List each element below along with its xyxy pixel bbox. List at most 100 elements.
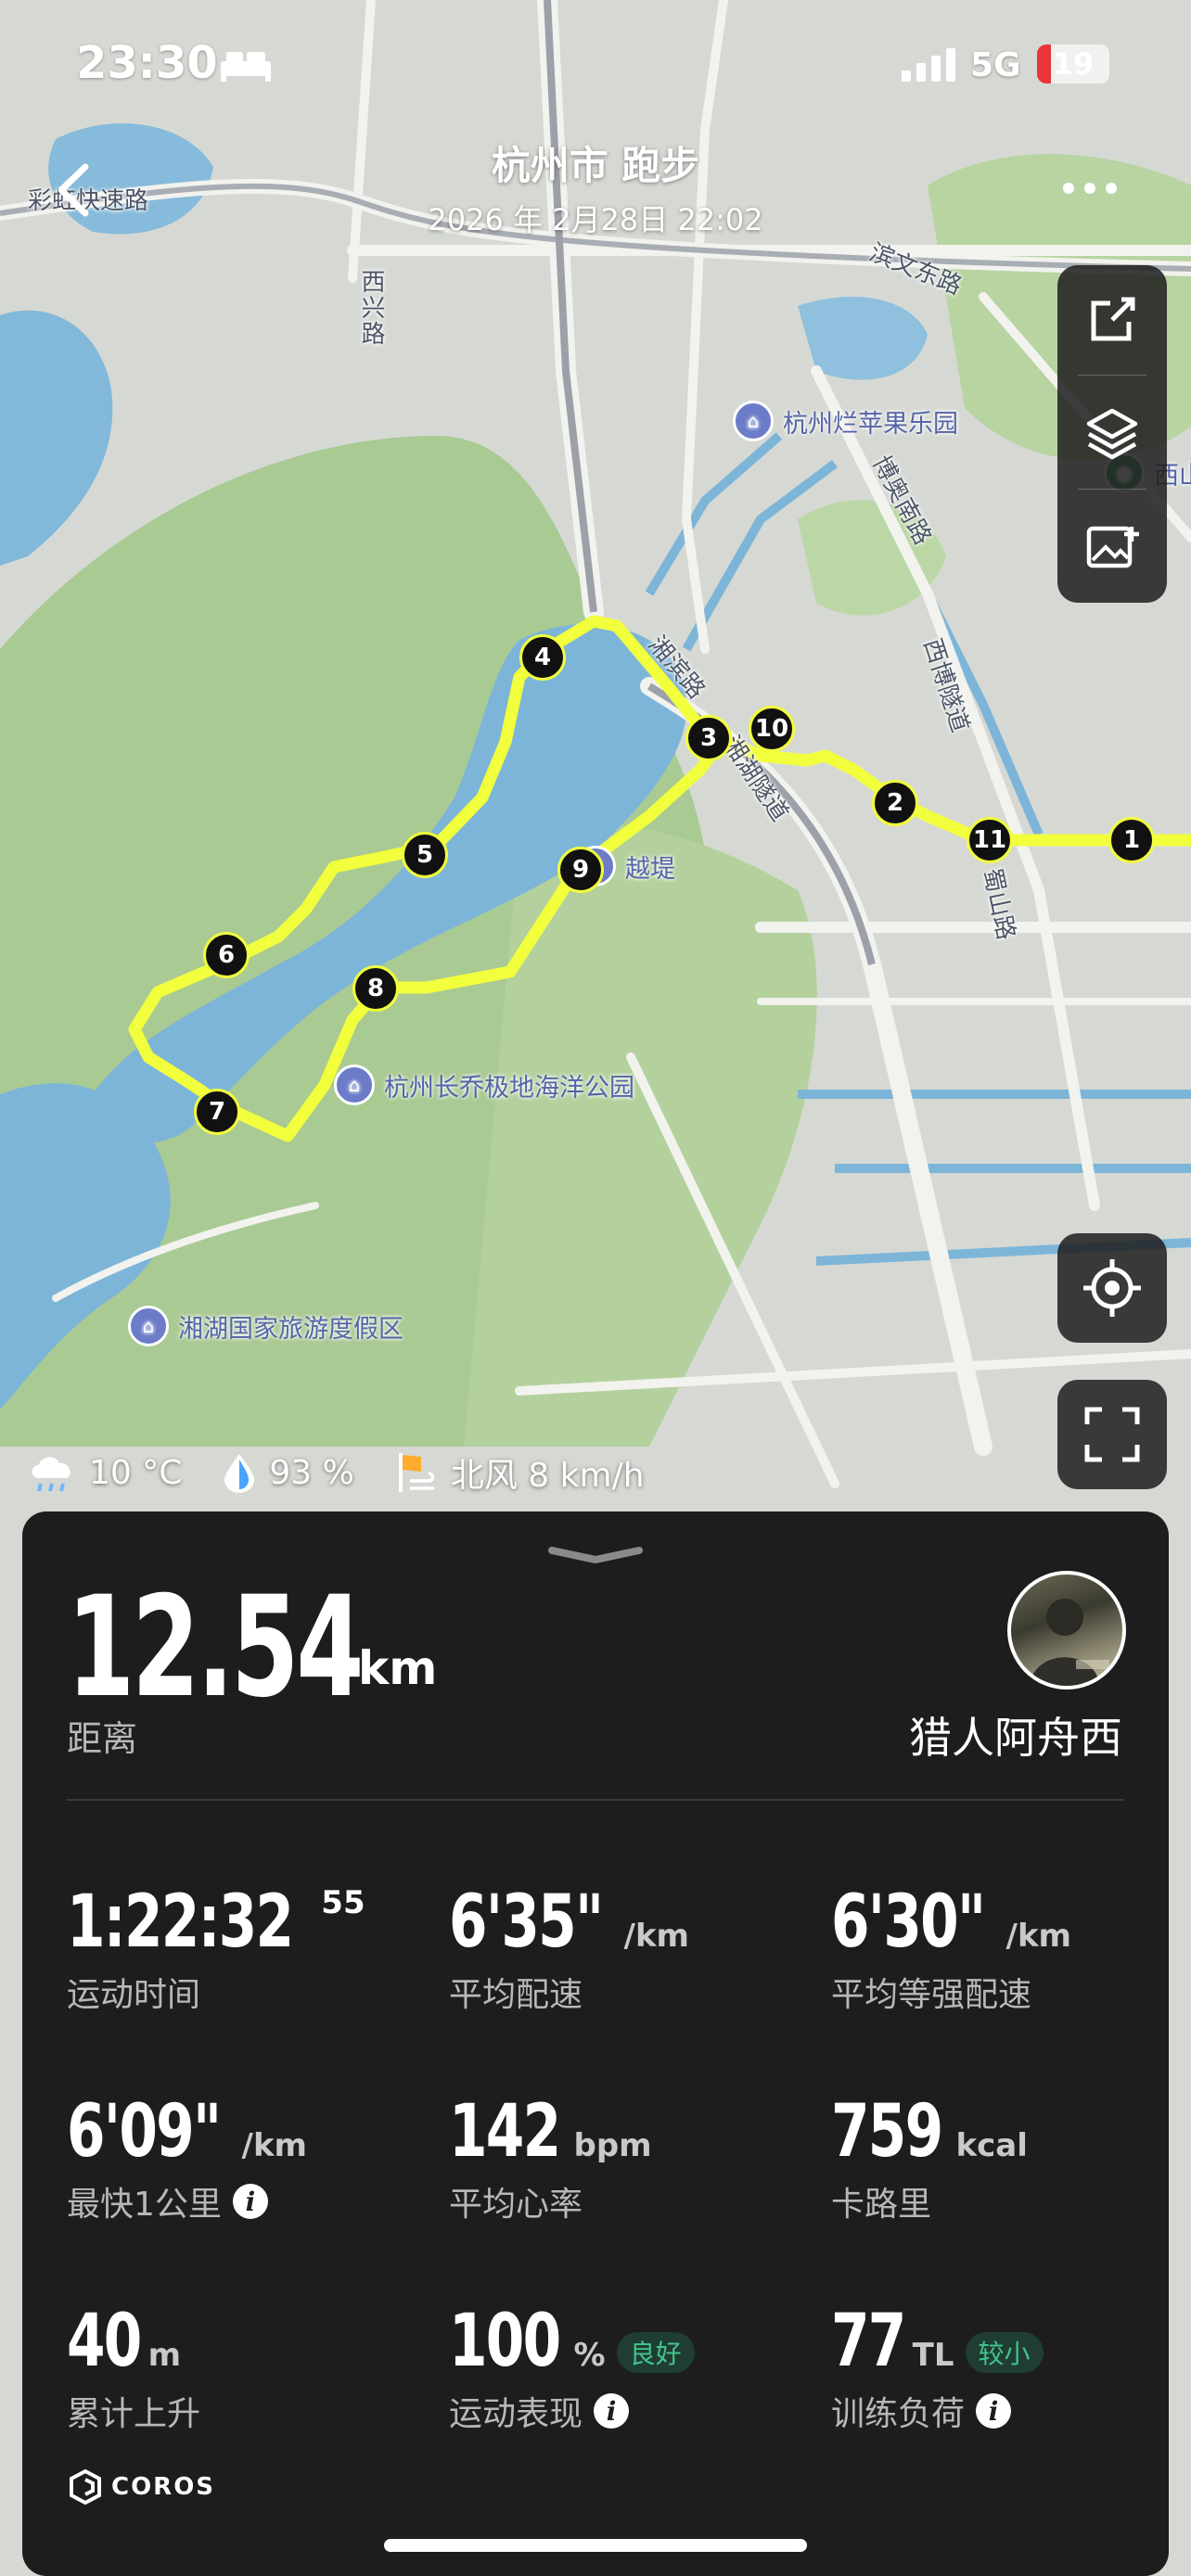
km-marker[interactable]: 10: [749, 706, 795, 752]
temperature: 10 °C: [26, 1450, 182, 1495]
activity-datetime: 2026 年 2月28日 22:02: [428, 202, 763, 237]
stat-label: 运动表现: [449, 2395, 583, 2433]
coros-logo-icon: [70, 2468, 101, 2506]
poi-resort[interactable]: ⌂ 湘湖国家旅游度假区: [128, 1306, 403, 1346]
fullscreen-icon: [1084, 1407, 1140, 1462]
km-marker[interactable]: 1: [1108, 817, 1155, 863]
stat-unit: TL: [912, 2337, 954, 2374]
landmark-icon: ⌂: [128, 1306, 169, 1346]
distance-label: 距离: [67, 1718, 138, 1759]
stat-unit: kcal: [955, 2127, 1028, 2164]
stat-label: 卡路里: [831, 2186, 932, 2224]
stat-value: 6'09": [67, 2090, 222, 2174]
stat-performance: 100% 良好 运动表现 i: [449, 2300, 695, 2435]
stat-label: 运动时间: [67, 1976, 201, 2014]
brand-logo: COROS: [67, 2468, 215, 2506]
info-icon[interactable]: i: [232, 2184, 268, 2219]
network-type: 5G: [970, 46, 1021, 84]
brand-name: COROS: [111, 2473, 216, 2501]
layers-icon: [1086, 408, 1138, 460]
stat-label: 平均心率: [449, 2186, 583, 2224]
road-label: 西兴路: [357, 269, 385, 347]
avatar-image: [1030, 1599, 1109, 1686]
km-marker[interactable]: 9: [557, 847, 604, 893]
humidity-value: 93 %: [269, 1453, 354, 1492]
signal-icon: [902, 48, 955, 82]
battery-icon: 19: [1037, 45, 1109, 83]
stat-calories: 759 kcal 卡路里: [831, 2090, 1028, 2225]
sleep-mode-icon: [221, 52, 271, 82]
stat-unit: /km: [1005, 1918, 1071, 1955]
stat-value: 6'35": [449, 1881, 604, 1964]
cloud-rain-icon: [32, 1457, 70, 1492]
stat-avg-heart-rate: 142 bpm 平均心率: [449, 2090, 652, 2225]
locate-icon: [1083, 1259, 1141, 1317]
km-marker[interactable]: 11: [967, 817, 1013, 863]
map-layers-button[interactable]: [1057, 379, 1167, 489]
page-title: 杭州市 跑步: [491, 143, 700, 188]
km-marker[interactable]: 7: [194, 1089, 240, 1135]
stat-training-load: 77 TL 较小 训练负荷 i: [831, 2300, 1044, 2435]
map-tool-panel: [1057, 265, 1167, 603]
temperature-value: 10 °C: [89, 1453, 183, 1492]
share-icon: [1091, 297, 1135, 341]
username[interactable]: 猎人阿舟西: [909, 1704, 1122, 1766]
landmark-icon: ⌂: [733, 401, 774, 441]
stat-label: 平均等强配速: [831, 1976, 1032, 2014]
km-marker[interactable]: 6: [203, 932, 250, 978]
wind-value: 北风 8 km/h: [450, 1457, 645, 1495]
more-options-icon[interactable]: [1057, 174, 1122, 202]
stat-value: 6'30": [831, 1881, 986, 1964]
divider: [1078, 375, 1146, 376]
stat-value: 40: [67, 2300, 142, 2383]
stat-unit: /km: [623, 1918, 689, 1955]
avatar[interactable]: [1007, 1571, 1126, 1690]
humidity: 93 %: [221, 1450, 354, 1495]
stat-label: 最快1公里: [67, 2186, 222, 2224]
stat-value: 100: [449, 2300, 561, 2383]
activity-summary-card: 12.54 km 距离 猎人阿舟西 1:22:32 55 运动时间 6'35" /k…: [22, 1511, 1169, 2576]
distance-unit: km: [358, 1641, 438, 1695]
stat-value: 759: [831, 2090, 943, 2174]
status-badge: 较小: [965, 2331, 1044, 2373]
stat-label: 累计上升: [67, 2395, 201, 2433]
km-marker[interactable]: 5: [402, 832, 448, 878]
divider: [67, 1799, 1124, 1801]
add-photo-button[interactable]: [1057, 493, 1167, 603]
stat-value: 142: [449, 2090, 561, 2174]
poi-park[interactable]: ⌂ 杭州烂苹果乐园: [733, 401, 958, 441]
locate-button[interactable]: [1057, 1233, 1167, 1343]
battery-level: 19: [1052, 46, 1095, 82]
wind: 北风 8 km/h: [393, 1448, 645, 1497]
status-badge: 良好: [616, 2331, 695, 2373]
fullscreen-button[interactable]: [1057, 1380, 1167, 1489]
km-marker[interactable]: 4: [519, 634, 566, 681]
stat-unit: /km: [241, 2127, 307, 2164]
poi-label: 越堤: [625, 854, 675, 884]
poi-label: 湘湖国家旅游度假区: [178, 1314, 403, 1344]
km-marker[interactable]: 2: [872, 780, 918, 826]
stat-duration: 1:22:32 55 运动时间: [67, 1881, 365, 2016]
info-icon[interactable]: i: [976, 2393, 1012, 2429]
share-button[interactable]: [1057, 265, 1167, 375]
poi-label: 杭州长乔极地海洋公园: [384, 1073, 634, 1103]
km-marker[interactable]: 8: [352, 965, 399, 1012]
stat-fastest-km: 6'09" /km 最快1公里 i: [67, 2090, 307, 2225]
divider: [1078, 489, 1146, 490]
info-icon[interactable]: i: [594, 2393, 630, 2429]
add-photo-icon: [1086, 526, 1139, 568]
status-bar: 23:30 5G 19: [0, 0, 1191, 130]
poi-ocean-park[interactable]: ⌂ 杭州长乔极地海洋公园: [334, 1065, 634, 1105]
drag-handle[interactable]: [546, 1545, 645, 1565]
stat-value: 1:22:32: [67, 1881, 294, 1964]
stat-ascent: 40 m 累计上升: [67, 2300, 200, 2435]
km-marker[interactable]: 3: [685, 715, 732, 761]
stat-hundredths: 55: [321, 1884, 365, 1921]
stat-value: 77: [831, 2300, 906, 2383]
water-drop-icon: [224, 1454, 255, 1493]
poi-label: 杭州烂苹果乐园: [783, 409, 958, 439]
landmark-icon: ⌂: [334, 1065, 375, 1105]
home-indicator[interactable]: [384, 2539, 807, 2552]
stat-unit: m: [147, 2337, 182, 2374]
stat-unit: bpm: [573, 2127, 652, 2164]
